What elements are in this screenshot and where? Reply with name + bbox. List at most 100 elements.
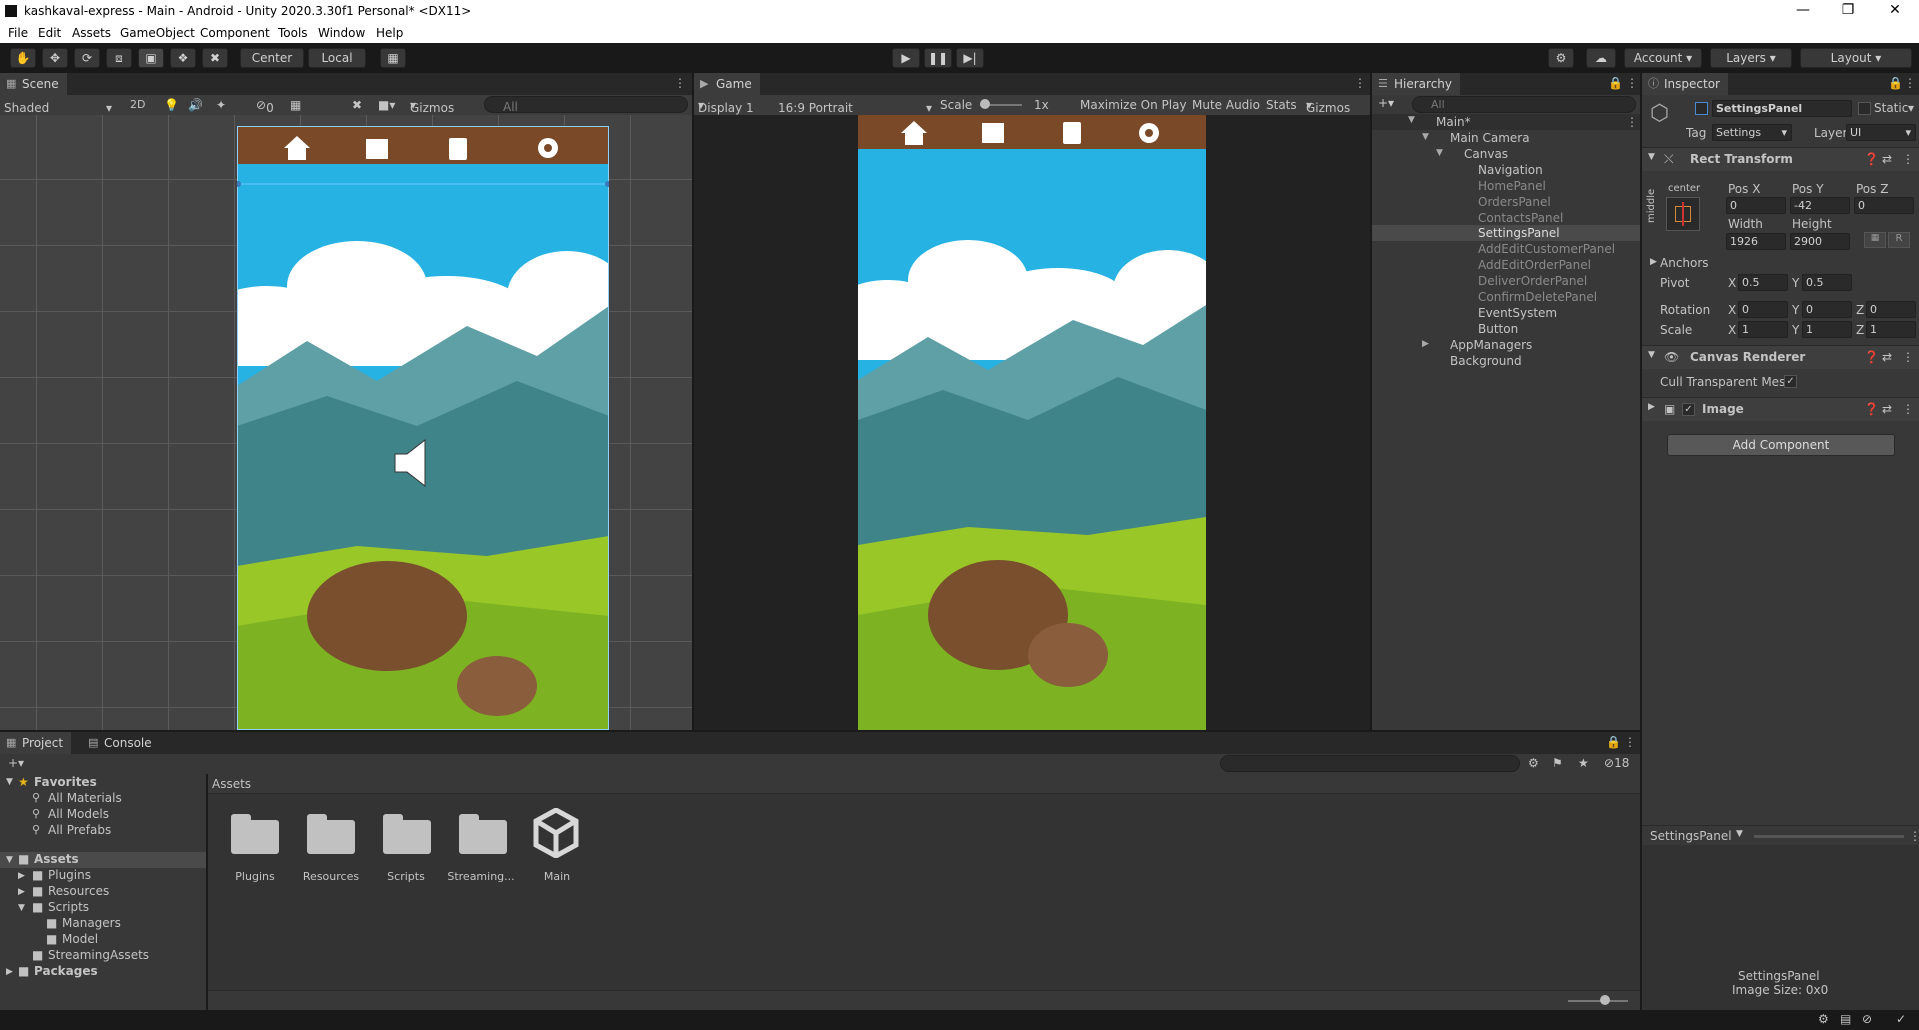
scene-more-icon[interactable]: ⋮	[674, 76, 686, 90]
hierarchy-item-appmanagers[interactable]: AppManagers	[1450, 338, 1532, 352]
hierarchy-item-button[interactable]: Button	[1478, 322, 1518, 336]
game-gizmos-dropdown[interactable]: Gizmos ▾	[1306, 98, 1350, 115]
tab-inspector[interactable]: ⓘ Inspector	[1642, 73, 1728, 95]
visibility-icon[interactable]: ⊘ 0	[256, 98, 274, 115]
posz-field[interactable]: 0	[1854, 197, 1914, 214]
move-tool-icon[interactable]: ✥	[42, 48, 68, 68]
collapse-icon[interactable]: ▼	[1648, 350, 1655, 360]
hierarchy-item-navigation[interactable]: Navigation	[1478, 163, 1543, 177]
mute-audio-toggle[interactable]: Mute Audio	[1192, 98, 1260, 112]
image-component-header[interactable]: ▶ ▣ ✓ Image ❓ ⇄ ⋮	[1642, 397, 1919, 421]
asset-streaming[interactable]: Streaming...	[441, 870, 521, 883]
hierarchy-item-settingspanel[interactable]: SettingsPanel	[1478, 226, 1560, 240]
menu-file[interactable]: File	[8, 26, 28, 40]
active-checkbox[interactable]	[1695, 102, 1708, 115]
width-field[interactable]: 1926	[1726, 233, 1786, 250]
hierarchy-item-eventsystem[interactable]: EventSystem	[1478, 306, 1557, 320]
collapse-icon[interactable]: ▶	[1648, 402, 1655, 412]
expand-icon[interactable]: ▼	[6, 777, 13, 787]
cache-icon[interactable]: ▤	[1840, 1012, 1851, 1026]
menu-window[interactable]: Window	[318, 26, 365, 40]
hidden-packages-icon[interactable]: ⊘18	[1604, 756, 1629, 770]
favorite-all-prefabs[interactable]: All Prefabs	[48, 823, 111, 837]
tree-streamingassets[interactable]: StreamingAssets	[48, 948, 149, 962]
rot-z-field[interactable]: 0	[1866, 301, 1916, 318]
rect-tool-icon[interactable]: ▣	[138, 48, 164, 68]
mode-2d-button[interactable]: 2D	[130, 98, 145, 111]
tab-game[interactable]: ▶ Game	[694, 73, 760, 95]
hierarchy-scene-more-icon[interactable]: ⋮	[1626, 115, 1638, 129]
grid-icon[interactable]: ▦	[290, 98, 301, 112]
tab-console[interactable]: ▤ Console	[82, 732, 160, 754]
collapse-icon[interactable]: ▼	[1648, 152, 1655, 162]
asset-plugins[interactable]: Plugins	[215, 870, 295, 883]
expand-icon[interactable]: ▼	[1436, 148, 1443, 158]
preview-splitter[interactable]	[1754, 835, 1904, 838]
minimize-icon[interactable]: —	[1788, 2, 1818, 18]
audio-icon[interactable]: 🔊	[188, 98, 203, 112]
project-search-input[interactable]	[1220, 755, 1520, 772]
asset-scripts[interactable]: Scripts	[366, 870, 446, 883]
maximize-icon[interactable]: ❐	[1833, 2, 1863, 18]
scale-z-field[interactable]: 1	[1866, 321, 1916, 338]
cloud-icon[interactable]: ☁	[1586, 48, 1616, 68]
preset-icon[interactable]: ⇄	[1882, 402, 1892, 416]
assets-row[interactable]	[0, 852, 206, 868]
tab-project[interactable]: ▦ Project	[0, 732, 72, 754]
help-icon[interactable]: ❓	[1864, 152, 1879, 166]
menu-component[interactable]: Component	[200, 26, 270, 40]
scale-slider-thumb[interactable]	[980, 99, 990, 109]
pivot-local-button[interactable]: Local	[308, 48, 366, 68]
hierarchy-item-homepanel[interactable]: HomePanel	[1478, 179, 1546, 193]
pivot-center-button[interactable]: Center	[240, 48, 304, 68]
tag-dropdown[interactable]: Settings ▾	[1712, 124, 1792, 141]
static-checkbox[interactable]	[1858, 102, 1871, 115]
posy-field[interactable]: -42	[1790, 197, 1850, 214]
hierarchy-item-main-camera[interactable]: Main Camera	[1450, 131, 1530, 145]
component-more-icon[interactable]: ⋮	[1902, 350, 1914, 364]
layout-dropdown[interactable]: Layout ▾	[1800, 48, 1912, 68]
gizmos-dropdown[interactable]: Gizmos ▾	[410, 98, 454, 115]
search-by-label-icon[interactable]: ⚑	[1552, 756, 1563, 770]
bug-icon[interactable]: ⚙	[1818, 1012, 1829, 1026]
object-name-field[interactable]: SettingsPanel	[1712, 100, 1852, 117]
maximize-on-play-toggle[interactable]: Maximize On Play	[1080, 98, 1187, 112]
expand-icon[interactable]: ▼	[1408, 115, 1415, 125]
hierarchy-item-deliverorderpanel[interactable]: DeliverOrderPanel	[1478, 274, 1587, 288]
raw-edit-button[interactable]: R	[1888, 232, 1910, 248]
folder-icon[interactable]	[381, 812, 433, 854]
expand-icon[interactable]: ▶	[1422, 339, 1429, 349]
tab-scene[interactable]: ▦ Scene	[0, 73, 67, 95]
scene-search-input[interactable]: All	[484, 96, 688, 113]
camera-icon[interactable]: ■▾	[378, 98, 395, 112]
preview-more-icon[interactable]: ⋮	[1909, 829, 1919, 843]
grid-snap-icon[interactable]: ▦	[380, 48, 406, 68]
hierarchy-item-background[interactable]: Background	[1450, 354, 1522, 368]
pivot-x-field[interactable]: 0.5	[1738, 274, 1788, 291]
custom-tool-icon[interactable]: ✖	[202, 48, 228, 68]
hierarchy-search-input[interactable]: All	[1412, 96, 1636, 113]
add-component-button[interactable]: Add Component	[1667, 434, 1895, 456]
inspector-lock-icon[interactable]: 🔒	[1888, 76, 1903, 90]
posx-field[interactable]: 0	[1726, 197, 1786, 214]
scale-x-field[interactable]: 1	[1738, 321, 1788, 338]
expand-icon[interactable]: ▼	[1422, 132, 1429, 142]
stats-toggle[interactable]: Stats	[1266, 98, 1297, 112]
folder-icon[interactable]	[305, 812, 357, 854]
image-enabled-checkbox[interactable]: ✓	[1682, 403, 1695, 416]
canvas-renderer-header[interactable]: ▼ 👁 Canvas Renderer ❓ ⇄ ⋮	[1642, 345, 1919, 369]
hand-tool-icon[interactable]: ✋	[10, 48, 36, 68]
component-more-icon[interactable]: ⋮	[1902, 402, 1914, 416]
tree-plugins[interactable]: Plugins	[48, 868, 91, 882]
expand-icon[interactable]: ▶	[18, 887, 25, 897]
component-more-icon[interactable]: ⋮	[1902, 152, 1914, 166]
preview-title[interactable]: SettingsPanel	[1650, 829, 1732, 843]
hierarchy-item-orderspanel[interactable]: OrdersPanel	[1478, 195, 1551, 209]
layers-dropdown[interactable]: Layers ▾	[1710, 48, 1792, 68]
expand-icon[interactable]: ▼	[18, 903, 25, 913]
unity-scene-icon[interactable]	[532, 808, 580, 858]
tree-model[interactable]: Model	[62, 932, 98, 946]
transform-tool-icon[interactable]: ❖	[170, 48, 196, 68]
expand-icon[interactable]: ▶	[6, 967, 13, 977]
pivot-y-field[interactable]: 0.5	[1802, 274, 1852, 291]
